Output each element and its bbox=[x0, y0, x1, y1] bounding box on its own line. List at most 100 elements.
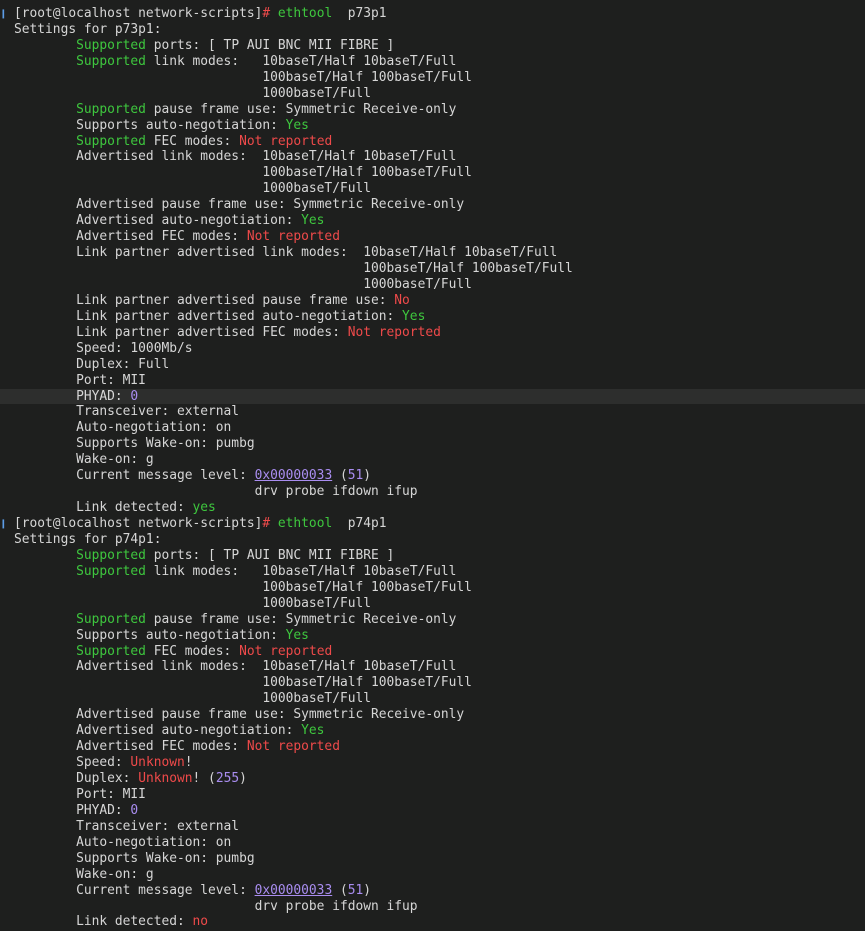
text-segment: link modes: 10baseT/Half 10baseT/Full bbox=[145, 53, 457, 69]
output-line: Current message level: 0x00000033 (51) bbox=[0, 468, 865, 484]
output-line: Supported ports: [ TP AUI BNC MII FIBRE … bbox=[0, 548, 865, 564]
output-line: Supported FEC modes: Not reported bbox=[0, 134, 865, 150]
text-segment: Transceiver: external bbox=[14, 404, 240, 420]
text-segment: Advertised FEC modes: bbox=[14, 739, 247, 755]
text-segment: 51 bbox=[347, 468, 364, 484]
output-line: 1000baseT/Full bbox=[0, 86, 865, 102]
text-segment bbox=[14, 134, 76, 149]
text-segment: Transceiver: external bbox=[14, 818, 240, 834]
message-level-link[interactable]: 0x00000033 bbox=[255, 468, 333, 483]
output-line: Speed: Unknown! bbox=[0, 755, 865, 771]
text-segment: Link detected: bbox=[14, 500, 193, 516]
output-line: 100baseT/Half 100baseT/Full bbox=[0, 261, 865, 277]
text-segment: Supported bbox=[76, 133, 146, 149]
output-line: Duplex: Full bbox=[0, 357, 865, 373]
output-line: Wake-on: g bbox=[0, 867, 865, 883]
output-line: drv probe ifdown ifup bbox=[0, 899, 865, 915]
output-line: Auto-negotiation: on bbox=[0, 835, 865, 851]
text-segment: 1000baseT/Full bbox=[14, 181, 371, 197]
text-segment: 100baseT/Half 100baseT/Full bbox=[14, 165, 472, 181]
text-segment: no bbox=[192, 914, 209, 930]
output-line: Advertised pause frame use: Symmetric Re… bbox=[0, 707, 865, 723]
text-segment: 1000baseT/Full bbox=[14, 276, 472, 292]
text-segment: ) bbox=[363, 882, 372, 898]
output-line: Supports auto-negotiation: Yes bbox=[0, 118, 865, 134]
output-line: 100baseT/Half 100baseT/Full bbox=[0, 70, 865, 86]
text-segment: PHYAD: bbox=[14, 802, 131, 818]
text-segment: Current message level: bbox=[14, 882, 255, 898]
output-line: Advertised auto-negotiation: Yes bbox=[0, 723, 865, 739]
output-line: 1000baseT/Full bbox=[0, 181, 865, 197]
output-line: drv probe ifdown ifup bbox=[0, 484, 865, 500]
output-line: Supported FEC modes: Not reported bbox=[0, 644, 865, 660]
output-line: Auto-negotiation: on bbox=[0, 420, 865, 436]
text-segment: Supported bbox=[76, 611, 146, 627]
text-segment: Not reported bbox=[239, 643, 333, 659]
text-segment: [root@localhost network-scripts] bbox=[14, 6, 263, 21]
output-line: Supports Wake-on: pumbg bbox=[0, 851, 865, 867]
text-segment: Supported bbox=[76, 643, 146, 659]
text-segment: ) bbox=[239, 771, 247, 786]
text-segment: Speed: bbox=[14, 755, 131, 771]
text-segment: Advertised FEC modes: bbox=[14, 229, 247, 245]
text-segment: Supports Wake-on: pumbg bbox=[14, 436, 255, 452]
text-segment bbox=[14, 564, 76, 579]
output-line: Link partner advertised FEC modes: Not r… bbox=[0, 325, 865, 341]
output-line: Advertised link modes: 10baseT/Half 10ba… bbox=[0, 659, 865, 675]
output-line: Link detected: yes bbox=[0, 500, 865, 516]
text-segment: Not reported bbox=[347, 324, 441, 340]
text-segment: Link partner advertised pause frame use: bbox=[14, 292, 395, 308]
text-segment: link modes: 10baseT/Half 10baseT/Full bbox=[145, 563, 457, 579]
output-line: Port: MII bbox=[0, 373, 865, 389]
output-line: PHYAD: 0 bbox=[0, 803, 865, 819]
prompt-marker-icon: ❙ bbox=[0, 7, 7, 20]
text-segment: ! ( bbox=[192, 771, 216, 786]
text-segment: ports: [ TP AUI BNC MII FIBRE ] bbox=[145, 547, 395, 563]
text-segment: yes bbox=[192, 500, 216, 516]
text-segment: Supports auto-negotiation: bbox=[14, 117, 286, 133]
text-segment: [root@localhost network-scripts] bbox=[14, 516, 263, 531]
prompt-line: ❙ [root@localhost network-scripts]# ethto… bbox=[0, 6, 865, 22]
output-line: Supported link modes: 10baseT/Half 10bas… bbox=[0, 564, 865, 580]
text-segment: 100baseT/Half 100baseT/Full bbox=[14, 579, 472, 595]
text-segment: p73p1 bbox=[332, 6, 387, 21]
text-segment: Link partner advertised auto-negotiation… bbox=[14, 308, 403, 324]
text-segment: ! bbox=[184, 755, 193, 771]
output-line: Supports Wake-on: pumbg bbox=[0, 436, 865, 452]
text-segment: Port: MII bbox=[14, 372, 146, 388]
text-segment: Unknown bbox=[138, 771, 193, 786]
text-segment: ethtool bbox=[277, 516, 333, 531]
text-segment: Link partner advertised FEC modes: bbox=[14, 324, 348, 340]
output-line: Advertised FEC modes: Not reported bbox=[0, 739, 865, 755]
text-segment: Speed: 1000Mb/s bbox=[14, 340, 193, 356]
text-segment: FEC modes: bbox=[145, 643, 240, 659]
text-segment: Duplex: bbox=[14, 771, 139, 786]
text-segment: 1000baseT/Full bbox=[14, 595, 371, 611]
text-segment: Advertised auto-negotiation: bbox=[14, 723, 302, 739]
output-line: Link partner advertised link modes: 10ba… bbox=[0, 245, 865, 261]
output-line: Advertised pause frame use: Symmetric Re… bbox=[0, 197, 865, 213]
text-segment: Not reported bbox=[239, 133, 333, 149]
text-segment: Settings for p74p1: bbox=[14, 531, 162, 547]
text-segment: Supported bbox=[76, 37, 146, 53]
text-segment: Auto-negotiation: on bbox=[14, 420, 232, 436]
text-segment: Supported bbox=[76, 53, 146, 69]
output-line: Speed: 1000Mb/s bbox=[0, 341, 865, 357]
output-line: Transceiver: external bbox=[0, 404, 865, 420]
output-line: 100baseT/Half 100baseT/Full bbox=[0, 165, 865, 181]
output-line: 1000baseT/Full bbox=[0, 596, 865, 612]
text-segment: Supports Wake-on: pumbg bbox=[14, 850, 255, 866]
output-line: Link partner advertised pause frame use:… bbox=[0, 293, 865, 309]
output-line: Transceiver: external bbox=[0, 819, 865, 835]
text-segment: Wake-on: g bbox=[14, 866, 154, 882]
text-segment: 1000baseT/Full bbox=[14, 691, 371, 707]
text-segment: Yes bbox=[301, 723, 325, 739]
text-segment: Advertised pause frame use: Symmetric Re… bbox=[14, 197, 465, 213]
text-segment: Yes bbox=[285, 117, 309, 133]
text-segment: # bbox=[262, 6, 278, 21]
text-segment: 100baseT/Half 100baseT/Full bbox=[14, 69, 472, 85]
message-level-link[interactable]: 0x00000033 bbox=[255, 883, 333, 898]
output-line: Current message level: 0x00000033 (51) bbox=[0, 883, 865, 899]
text-segment: Yes bbox=[402, 308, 426, 324]
prompt-line: ❙ [root@localhost network-scripts]# ethto… bbox=[0, 516, 865, 532]
